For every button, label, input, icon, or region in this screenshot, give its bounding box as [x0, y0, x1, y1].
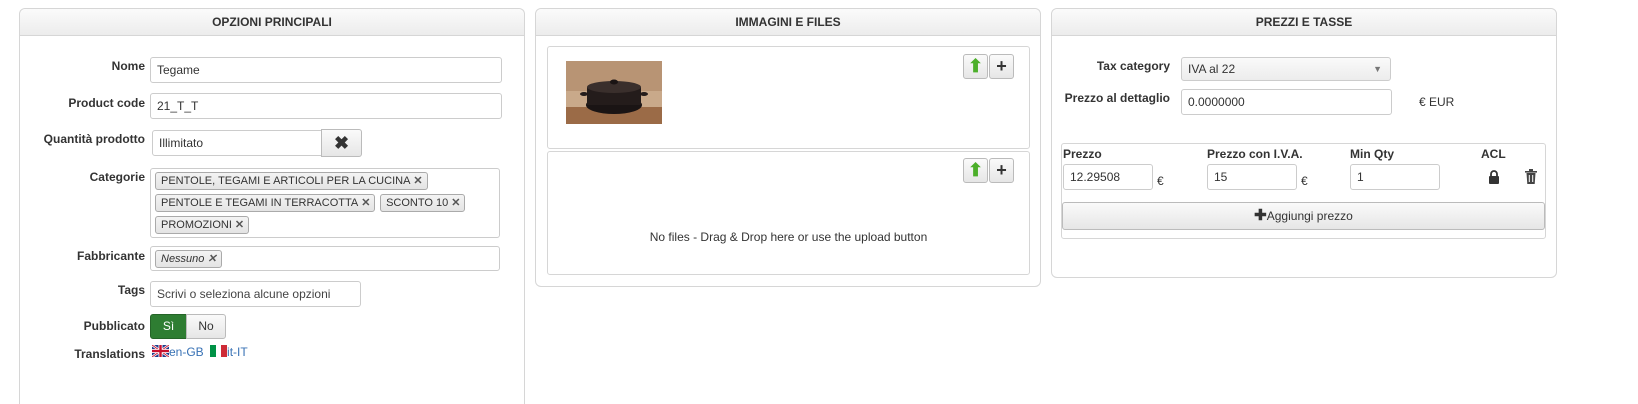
manufacturer-chip: Nessuno ✕: [155, 250, 222, 268]
min-qty-field[interactable]: 1: [1350, 164, 1440, 190]
manufacturer-tagbox[interactable]: Nessuno ✕: [150, 246, 500, 271]
name-field[interactable]: Tegame: [150, 57, 502, 83]
product-thumbnail[interactable]: [566, 61, 662, 124]
clear-quantity-button[interactable]: ✖: [321, 129, 362, 157]
add-image-button[interactable]: +: [989, 54, 1014, 79]
col-min-qty-header: Min Qty: [1350, 147, 1394, 161]
price-table: Prezzo Prezzo con I.V.A. Min Qty ACL 12.…: [1061, 143, 1546, 239]
manufacturer-label: Fabbricante: [76, 249, 145, 263]
remove-icon[interactable]: ✕: [451, 197, 460, 209]
retail-price-label: Prezzo al dettaglio: [1064, 91, 1170, 105]
translations-label: Translations: [74, 347, 145, 361]
published-yes-button[interactable]: Sì: [150, 314, 187, 339]
plus-icon: ✚: [1254, 207, 1267, 224]
files-dropzone[interactable]: ⬆ + No files - Drag & Drop here or use t…: [547, 151, 1030, 275]
quantity-field[interactable]: Illimitato: [152, 130, 322, 156]
plus-icon: +: [996, 56, 1007, 76]
price-vat-euro-symbol: €: [1301, 174, 1308, 188]
product-code-label: Product code: [68, 96, 145, 110]
tax-category-label: Tax category: [1096, 59, 1170, 73]
images-dropzone[interactable]: ⬆ +: [547, 46, 1030, 149]
categories-label: Categorie: [89, 170, 145, 184]
translations-links: en-GB it-IT: [151, 344, 248, 360]
uk-flag-icon: [151, 344, 170, 360]
retail-price-field[interactable]: 0.0000000: [1181, 89, 1392, 115]
prices-taxes-title: PREZZI E TASSE: [1052, 9, 1556, 36]
price-vat-field[interactable]: 15: [1207, 164, 1297, 190]
close-icon: ✖: [333, 133, 350, 153]
remove-icon[interactable]: ✕: [413, 175, 422, 187]
translation-it-link[interactable]: it-IT: [227, 345, 248, 359]
plus-icon: +: [996, 160, 1007, 180]
add-price-button[interactable]: ✚Aggiungi prezzo: [1062, 202, 1545, 230]
remove-icon[interactable]: ✕: [235, 219, 244, 231]
product-code-field[interactable]: 21_T_T: [150, 93, 502, 119]
translation-en-link[interactable]: en-GB: [169, 345, 204, 359]
tags-input[interactable]: Scrivi o seleziona alcune opzioni: [150, 281, 361, 307]
category-chip: PENTOLE E TEGAMI IN TERRACOTTA ✕: [155, 194, 376, 212]
add-file-button[interactable]: +: [989, 158, 1014, 183]
category-chip: SCONTO 10 ✕: [380, 194, 466, 212]
upload-icon: ⬆: [967, 56, 984, 76]
lock-icon[interactable]: [1488, 170, 1500, 187]
name-label: Nome: [111, 59, 145, 73]
dropdown-arrow-icon: ▼: [1373, 64, 1382, 74]
col-acl-header: ACL: [1481, 147, 1506, 161]
upload-file-button[interactable]: ⬆: [963, 158, 988, 183]
trash-icon[interactable]: [1525, 169, 1537, 187]
category-chip: PENTOLE, TEGAMI E ARTICOLI PER LA CUCINA…: [155, 172, 428, 190]
categories-tagbox[interactable]: PENTOLE, TEGAMI E ARTICOLI PER LA CUCINA…: [150, 168, 500, 238]
price-euro-symbol: €: [1157, 174, 1164, 188]
category-chip: PROMOZIONI ✕: [155, 216, 250, 234]
price-field[interactable]: 12.29508: [1063, 164, 1153, 190]
col-price-vat-header: Prezzo con I.V.A.: [1207, 147, 1303, 161]
main-options-panel: OPZIONI PRINCIPALI Nome Tegame Product c…: [19, 8, 525, 404]
main-options-title: OPZIONI PRINCIPALI: [20, 9, 524, 36]
currency-label: € EUR: [1419, 95, 1455, 109]
upload-image-button[interactable]: ⬆: [963, 54, 988, 79]
quantity-label: Quantità prodotto: [43, 132, 145, 146]
images-files-panel: IMMAGINI E FILES ⬆ + ⬆ + No files - Drag…: [535, 8, 1041, 287]
published-no-button[interactable]: No: [186, 314, 226, 339]
prices-taxes-panel: PREZZI E TASSE Tax category IVA al 22 ▼ …: [1051, 8, 1557, 278]
remove-icon[interactable]: ✕: [207, 253, 216, 265]
published-label: Pubblicato: [83, 319, 145, 333]
tax-category-select[interactable]: IVA al 22 ▼: [1181, 57, 1391, 81]
no-files-message: No files - Drag & Drop here or use the u…: [649, 230, 928, 244]
images-files-title: IMMAGINI E FILES: [536, 9, 1040, 36]
col-price-header: Prezzo: [1063, 147, 1102, 161]
remove-icon[interactable]: ✕: [361, 197, 370, 209]
tags-label: Tags: [117, 283, 145, 297]
upload-icon: ⬆: [967, 160, 984, 180]
italy-flag-icon: [210, 345, 228, 360]
